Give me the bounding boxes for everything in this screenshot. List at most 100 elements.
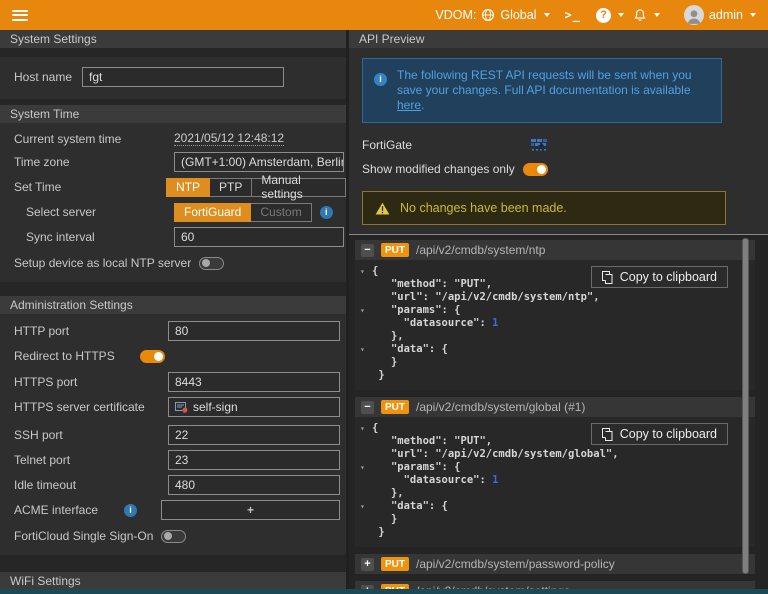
code-line: }	[372, 369, 385, 381]
plus-icon: +	[246, 503, 254, 517]
info-message-box: i The following REST API requests will b…	[362, 58, 722, 123]
code-line: ▾ "data": {	[360, 500, 448, 513]
notifications-menu[interactable]	[633, 8, 660, 23]
chevron-down-icon	[750, 13, 756, 17]
api-path: /api/v2/cmdb/system/global (#1)	[416, 400, 586, 414]
code-line: },	[372, 330, 404, 342]
copy-to-clipboard-button[interactable]: Copy to clipboard	[590, 423, 728, 445]
bottom-edge-bar	[0, 589, 768, 594]
collapse-arrow-icon[interactable]: ▾	[360, 304, 372, 317]
help-icon: ?	[595, 7, 611, 23]
section-header-system-time: System Time	[0, 105, 346, 123]
ssh-port-input[interactable]	[168, 425, 340, 445]
admin-menu[interactable]: admin	[683, 5, 756, 25]
collapse-arrow-icon[interactable]: ▾	[360, 343, 372, 356]
set-time-option-manual[interactable]: Manual settings	[252, 173, 346, 201]
code-line: }	[372, 513, 398, 525]
local-ntp-toggle[interactable]	[199, 256, 225, 270]
warning-icon	[375, 202, 390, 215]
cli-console-icon[interactable]: >_	[565, 8, 581, 22]
collapse-arrow-icon[interactable]: ▾	[360, 461, 372, 474]
forticloud-sso-toggle[interactable]	[161, 529, 187, 543]
vdom-selector[interactable]: VDOM: Global	[435, 8, 550, 22]
api-path: /api/v2/cmdb/system/password-policy	[416, 557, 615, 571]
api-request-section: − PUT /api/v2/cmdb/system/ntp ▾{ "method…	[349, 234, 768, 594]
certificate-icon	[175, 401, 188, 413]
set-time-option-ntp[interactable]: NTP	[166, 177, 211, 197]
set-time-segmented: NTP PTP Manual settings	[166, 173, 346, 201]
https-port-label: HTTPS port	[14, 375, 78, 389]
http-method-badge: PUT	[381, 243, 409, 257]
set-time-label: Set Time	[14, 180, 62, 194]
idle-timeout-input[interactable]	[168, 475, 340, 495]
set-time-option-ptp[interactable]: PTP	[210, 177, 253, 197]
expand-toggle-icon[interactable]: −	[361, 243, 374, 257]
host-name-input[interactable]	[82, 67, 284, 87]
https-port-input[interactable]	[168, 372, 340, 392]
top-navbar: VDOM: Global >_ ? admin	[0, 0, 768, 30]
code-line: }	[372, 356, 398, 368]
api-request-header[interactable]: − PUT /api/v2/cmdb/system/ntp	[355, 240, 755, 260]
globe-icon	[481, 8, 495, 22]
http-port-input[interactable]	[168, 321, 340, 341]
https-cert-select[interactable]: self-sign	[168, 397, 340, 417]
api-path: /api/v2/cmdb/system/ntp	[416, 243, 546, 257]
bell-icon	[633, 8, 647, 23]
select-server-option-fortiguard[interactable]: FortiGuard	[174, 202, 252, 222]
copy-icon	[601, 427, 613, 441]
vdom-label: VDOM:	[435, 8, 477, 22]
info-icon[interactable]: i	[124, 503, 137, 517]
copy-icon	[601, 270, 613, 284]
time-zone-label: Time zone	[14, 155, 70, 169]
time-zone-select[interactable]: (GMT+1:00) Amsterdam, Berlin, Bern, Rome…	[174, 152, 344, 172]
collapse-arrow-icon[interactable]: ▾	[360, 422, 372, 435]
page-title: System Settings	[0, 30, 346, 48]
code-line: }	[372, 526, 385, 538]
http-method-badge: PUT	[381, 400, 409, 414]
https-cert-label: HTTPS server certificate	[14, 400, 145, 414]
code-line: },	[372, 487, 404, 499]
admin-label: admin	[708, 8, 743, 22]
section-header-wifi-settings: WiFi Settings	[0, 572, 346, 590]
system-settings-panel: System Settings Host name System Time Cu…	[0, 30, 346, 594]
warning-box: No changes have been made.	[362, 191, 726, 225]
collapse-arrow-icon[interactable]: ▾	[360, 265, 372, 278]
current-time-label: Current system time	[14, 131, 122, 146]
expand-toggle-icon[interactable]: +	[361, 557, 374, 571]
select-server-option-custom[interactable]: Custom	[251, 202, 312, 222]
idle-timeout-label: Idle timeout	[14, 478, 77, 492]
select-server-label: Select server	[26, 205, 97, 219]
http-port-label: HTTP port	[14, 324, 70, 338]
copy-to-clipboard-button[interactable]: Copy to clipboard	[590, 266, 728, 288]
api-request-block: + PUT /api/v2/cmdb/system/password-polic…	[355, 554, 755, 574]
expand-toggle-icon[interactable]: −	[361, 400, 374, 414]
collapse-arrow-icon[interactable]: ▾	[360, 500, 372, 513]
chevron-down-icon	[653, 13, 660, 17]
code-line: ▾ "data": {	[360, 343, 448, 356]
https-cert-value: self-sign	[193, 400, 238, 414]
info-icon[interactable]: i	[319, 205, 333, 219]
show-modified-toggle[interactable]	[522, 162, 548, 176]
redirect-https-toggle[interactable]	[140, 349, 165, 363]
warning-text: No changes have been made.	[400, 201, 567, 215]
api-request-block: − PUT /api/v2/cmdb/system/ntp ▾{ "method…	[355, 240, 755, 390]
telnet-port-input[interactable]	[168, 450, 340, 470]
hamburger-menu-icon[interactable]	[12, 7, 28, 23]
api-preview-top: i The following REST API requests will b…	[349, 48, 768, 234]
code-line: "datasource": 1	[372, 317, 499, 329]
api-request-header[interactable]: + PUT /api/v2/cmdb/system/password-polic…	[355, 554, 755, 574]
sync-interval-input[interactable]	[174, 227, 344, 247]
api-request-header[interactable]: − PUT /api/v2/cmdb/system/global (#1)	[355, 397, 755, 417]
api-docs-link[interactable]: here	[397, 98, 421, 112]
copy-button-label: Copy to clipboard	[619, 270, 717, 284]
sync-interval-label: Sync interval	[26, 230, 95, 244]
acme-interface-label: ACME interface	[14, 503, 99, 517]
api-request-block: − PUT /api/v2/cmdb/system/global (#1) ▾{…	[355, 397, 755, 547]
help-menu[interactable]: ?	[595, 7, 624, 23]
select-server-segmented: FortiGuard Custom	[174, 202, 312, 222]
vertical-scrollbar[interactable]	[742, 238, 749, 574]
chevron-down-icon	[617, 13, 624, 17]
acme-interface-add-button[interactable]: +	[161, 500, 340, 520]
redirect-https-label: Redirect to HTTPS	[14, 349, 115, 363]
info-icon: i	[374, 73, 387, 86]
